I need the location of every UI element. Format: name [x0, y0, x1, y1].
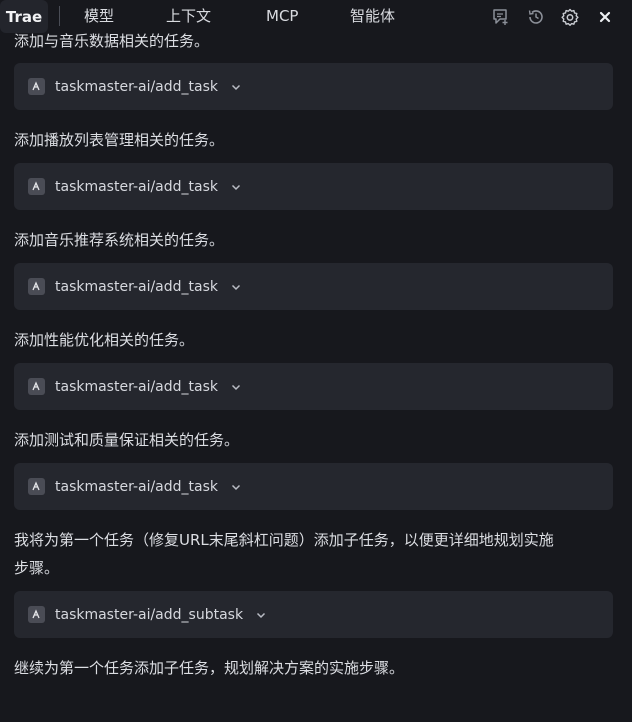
tool-call-label: taskmaster-ai/add_task [55, 478, 219, 495]
brand-tab[interactable]: Trae [0, 0, 48, 33]
tool-call-label: taskmaster-ai/add_subtask [55, 606, 244, 623]
chevron-down-icon[interactable] [230, 380, 244, 394]
tool-icon [28, 78, 45, 95]
tool-icon [28, 278, 45, 295]
tool-call-label: taskmaster-ai/add_task [55, 178, 219, 195]
new-chat-icon[interactable] [489, 6, 511, 28]
tool-call-card[interactable]: taskmaster-ai/add_task [14, 163, 613, 210]
chevron-down-icon[interactable] [230, 280, 244, 294]
message-text: 添加播放列表管理相关的任务。 [14, 131, 225, 149]
message-text: 添加性能优化相关的任务。 [14, 331, 195, 349]
message-text: 继续为第一个任务添加子任务，规划解决方案的实施步骤。 [14, 659, 405, 677]
tool-call-label: taskmaster-ai/add_task [55, 78, 219, 95]
chat-content: 添加与音乐数据相关的任务。 taskmaster-ai/add_task 添加播… [0, 0, 632, 722]
settings-icon[interactable] [559, 6, 581, 28]
message-line: 我将为第一个任务（修复URL末尾斜杠问题）添加子任务，以便更详细地规划实施 [14, 531, 554, 549]
tab-mcp[interactable]: MCP [266, 0, 298, 33]
tool-call-card[interactable]: taskmaster-ai/add_subtask [14, 591, 613, 638]
top-bar: Trae 模型 上下文 MCP 智能体 [0, 0, 632, 33]
tool-icon [28, 178, 45, 195]
history-icon[interactable] [525, 6, 547, 28]
tool-call-label: taskmaster-ai/add_task [55, 278, 219, 295]
tool-call-card[interactable]: taskmaster-ai/add_task [14, 363, 613, 410]
tool-call-card[interactable]: taskmaster-ai/add_task [14, 263, 613, 310]
message-text: 我将为第一个任务（修复URL末尾斜杠问题）添加子任务，以便更详细地规划实施 步骤… [14, 526, 614, 582]
tab-model[interactable]: 模型 [84, 0, 114, 33]
tab-context[interactable]: 上下文 [166, 0, 211, 33]
chevron-down-icon[interactable] [230, 480, 244, 494]
message-text: 添加音乐推荐系统相关的任务。 [14, 231, 225, 249]
message-line: 步骤。 [14, 559, 60, 577]
tab-agent[interactable]: 智能体 [350, 0, 395, 33]
chevron-down-icon[interactable] [255, 608, 269, 622]
chevron-down-icon[interactable] [230, 80, 244, 94]
chevron-down-icon[interactable] [230, 180, 244, 194]
tool-icon [28, 378, 45, 395]
tool-icon [28, 478, 45, 495]
close-icon[interactable] [594, 6, 616, 28]
divider [59, 6, 60, 26]
tool-icon [28, 606, 45, 623]
tool-call-card[interactable]: taskmaster-ai/add_task [14, 463, 613, 510]
tool-call-label: taskmaster-ai/add_task [55, 378, 219, 395]
tool-call-card[interactable]: taskmaster-ai/add_task [14, 63, 613, 110]
message-text: 添加测试和质量保证相关的任务。 [14, 431, 240, 449]
